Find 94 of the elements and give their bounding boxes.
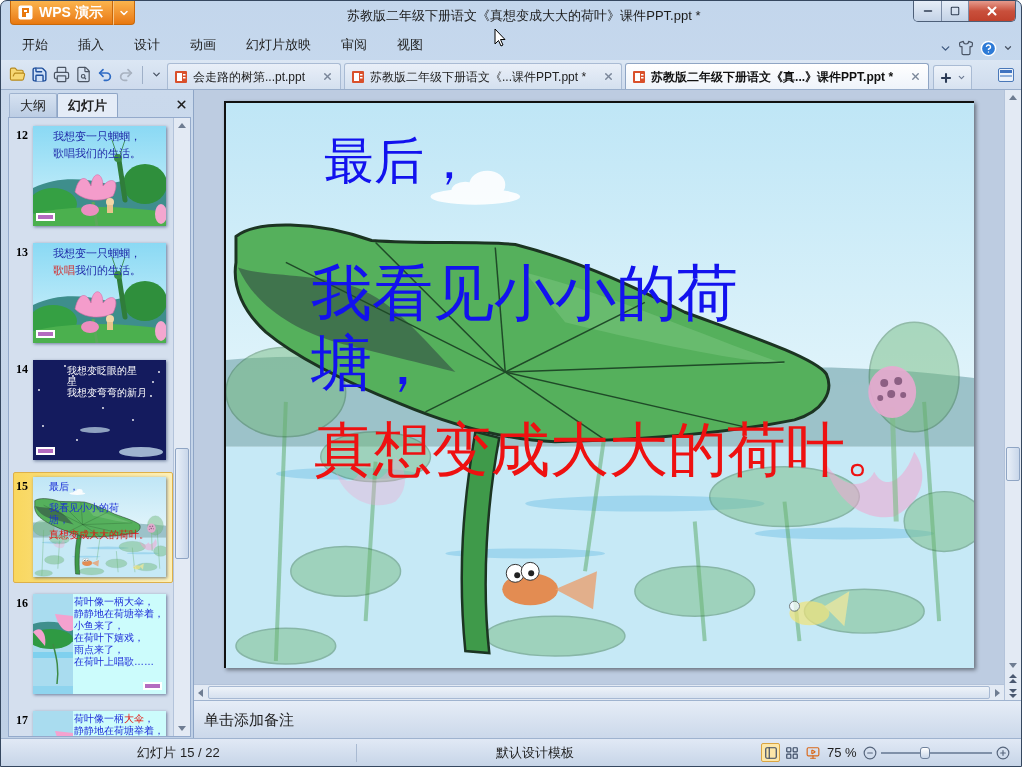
- zoom-slider-thumb[interactable]: [920, 746, 931, 759]
- thumbnail-text: 荷叶像一柄大伞，: [74, 713, 154, 724]
- plus-icon: [939, 70, 954, 85]
- thumbnail-text: 我想变一只蝈蝈，: [53, 130, 141, 142]
- close-tab-icon[interactable]: [322, 71, 334, 82]
- close-icon: [985, 4, 999, 18]
- menu-tab[interactable]: 视图: [382, 33, 438, 57]
- scroll-up-icon[interactable]: [1008, 93, 1018, 103]
- presentation-file-icon: [351, 69, 366, 84]
- open-folder-icon[interactable]: [9, 66, 26, 83]
- help-icon[interactable]: [980, 39, 997, 57]
- wps-logo-icon: [18, 5, 33, 20]
- thumbnail-text: 歌唱我们的生活。: [53, 264, 141, 276]
- thumbnail-text: 静静地在荷塘举着，: [74, 725, 164, 736]
- new-tab-button[interactable]: [933, 65, 973, 89]
- thumbnail-text: 在荷叶上唱歌……: [74, 656, 154, 667]
- slide-number: 17: [16, 712, 29, 727]
- slide-thumbnail-item[interactable]: 16 荷叶像一柄大伞， 静静地在荷塘举着， 小鱼来了， 在荷叶下嬉戏， 雨点来了， 在荷叶上唱歌……: [13, 589, 173, 700]
- scrollbar-thumb[interactable]: [175, 448, 189, 559]
- horizontal-scrollbar-thumb[interactable]: [208, 686, 990, 699]
- slide-thumbnail-item[interactable]: 14 我想变眨眼的星 星 我想变弯弯的新月: [13, 355, 173, 466]
- slide-thumbnail-item[interactable]: 17 荷叶像一柄大伞， 静静地在荷塘举着，: [13, 706, 173, 736]
- slide-number: 15: [16, 478, 29, 493]
- caret-icon: [957, 73, 967, 82]
- previous-slide-icon[interactable]: [1008, 673, 1018, 685]
- thumbnail-text: 小鱼来了，: [74, 620, 124, 631]
- window-title: 苏教版二年级下册语文《真想变成大大的荷叶》课件PPT.ppt *: [347, 8, 701, 24]
- thumbnail-text: 歌唱我们的生活。: [53, 147, 141, 159]
- thumbnail-text: 在荷叶下嬉戏，: [74, 632, 144, 643]
- save-icon[interactable]: [31, 66, 48, 83]
- close-tab-icon[interactable]: [603, 71, 615, 82]
- thumbnail-text: 静静地在荷塘举着，: [74, 608, 164, 619]
- mouse-pointer-icon: [494, 28, 506, 47]
- menu-tab[interactable]: 插入: [63, 33, 119, 57]
- menu-tab[interactable]: 设计: [119, 33, 175, 57]
- slide-number: 16: [16, 595, 29, 610]
- scroll-left-icon[interactable]: [196, 687, 206, 698]
- design-template-name: 默认设计模板: [496, 743, 574, 762]
- slide-number: 12: [16, 127, 29, 142]
- slide-number: 13: [16, 244, 29, 259]
- shirt-icon[interactable]: [958, 40, 974, 56]
- scrollbar-thumb[interactable]: [1006, 447, 1020, 481]
- close-button[interactable]: [969, 1, 1015, 21]
- grid-icon: [784, 745, 799, 760]
- scroll-right-icon[interactable]: [992, 687, 1002, 698]
- zoom-slider-track[interactable]: [880, 746, 992, 759]
- close-tab-icon[interactable]: [910, 71, 922, 82]
- thumbnail-text: 雨点来了，: [74, 644, 124, 655]
- panel-tab[interactable]: 大纲: [9, 93, 57, 117]
- close-panel-icon[interactable]: [175, 98, 188, 111]
- app-menu-dropdown-button[interactable]: [112, 1, 135, 25]
- slide-text: 最后，: [324, 136, 474, 186]
- slide-number: 14: [16, 361, 29, 376]
- document-tab[interactable]: 苏教版二年级下册语文《...课件PPT.ppt *: [344, 63, 623, 89]
- presentation-file-icon: [174, 69, 188, 84]
- zoom-in-icon[interactable]: [995, 745, 1010, 760]
- slide-thumbnail-item[interactable]: 13 我想变一只蝈蝈， 歌唱我们的生活。: [13, 238, 173, 349]
- maximize-button[interactable]: [942, 1, 969, 21]
- thumbnail-text: 我想变眨眼的星: [67, 365, 137, 376]
- window-layout-icon[interactable]: [998, 68, 1014, 82]
- vertical-scrollbar[interactable]: [1004, 90, 1021, 700]
- panel-tab[interactable]: 幻灯片: [57, 93, 118, 117]
- thumbnail-text: 星: [67, 376, 77, 387]
- print-preview-icon[interactable]: [75, 66, 92, 83]
- normal-view-button[interactable]: [761, 743, 780, 762]
- menu-tab[interactable]: 审阅: [326, 33, 382, 57]
- zoom-percentage: 75 %: [827, 743, 857, 762]
- menu-tab[interactable]: 动画: [175, 33, 231, 57]
- thumbnail-text: 我想变弯弯的新月: [67, 387, 147, 398]
- scroll-down-icon[interactable]: [1008, 660, 1018, 670]
- document-tab[interactable]: 苏教版二年级下册语文《真...》课件PPT.ppt *: [625, 63, 930, 89]
- panel-layout-icon: [763, 745, 778, 760]
- caret-icon[interactable]: [1003, 43, 1013, 53]
- scroll-up-icon[interactable]: [177, 121, 187, 131]
- monitor-play-icon: [805, 745, 820, 760]
- zoom-out-icon[interactable]: [862, 745, 877, 760]
- undo-icon[interactable]: [97, 66, 113, 83]
- menu-tab[interactable]: 开始: [7, 33, 63, 57]
- scroll-down-icon[interactable]: [177, 723, 187, 733]
- minimize-button[interactable]: [914, 1, 942, 21]
- presentation-file-icon: [632, 69, 647, 84]
- vertical-scrollbar[interactable]: [173, 118, 190, 736]
- slide-thumbnail-item[interactable]: 12 我想变一只蝈蝈， 歌唱我们的生活。: [13, 121, 173, 232]
- thumbnail-text: 我想变一只蝈蝈，: [53, 247, 141, 259]
- printer-icon[interactable]: [53, 66, 70, 83]
- maximize-icon: [950, 6, 960, 16]
- thumbnail-text: 荷叶像一柄大伞，: [74, 596, 154, 607]
- customize-toolbar-icon[interactable]: [151, 69, 162, 80]
- next-slide-icon[interactable]: [1008, 687, 1018, 699]
- slide-counter: 幻灯片 15 / 22: [137, 743, 220, 762]
- thumbnail-text: 最后，: [49, 481, 79, 492]
- document-tab[interactable]: 会走路的树第...pt.ppt: [167, 63, 342, 89]
- menu-tab[interactable]: 幻灯片放映: [231, 33, 326, 57]
- thumbnail-text: 塘，: [49, 514, 69, 525]
